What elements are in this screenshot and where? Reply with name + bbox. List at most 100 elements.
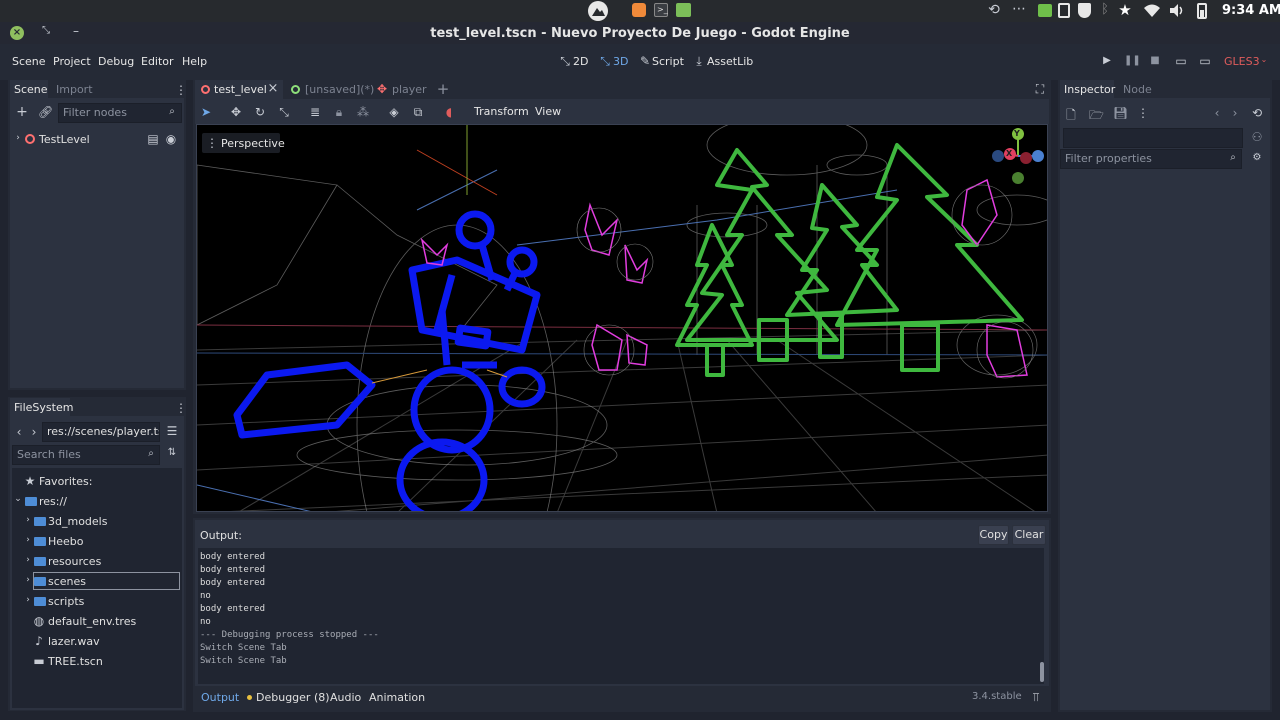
copy-button[interactable]: Copy [978,525,1009,545]
bluetooth-icon[interactable]: ᛒ [1098,2,1112,17]
more-icon[interactable]: ⋯ [1010,1,1028,17]
play-icon[interactable]: ▶ [1100,55,1114,66]
menu-debug[interactable]: Debug [98,55,134,68]
play-scene-icon[interactable]: ▭ [1174,54,1188,68]
clear-button[interactable]: Clear [1012,525,1046,545]
folder-resources[interactable]: resources [48,555,101,568]
mode-3d-button[interactable]: 3D [613,55,628,68]
folder-heebo[interactable]: Heebo [48,535,84,548]
folder-scenes[interactable]: scenes [48,575,86,588]
split-view-icon[interactable]: ☰ [165,424,179,438]
tab-unsaved[interactable]: [unsaved](*) [305,83,374,96]
filter-properties-input[interactable]: Filter properties [1060,149,1242,169]
snap-icon[interactable]: ⧉ [411,105,425,120]
back-icon[interactable]: ‹ [15,425,23,439]
menu-help[interactable]: Help [182,55,207,68]
open-folder-icon[interactable]: 🗁︎ [1089,106,1104,127]
bottom-tab-audio[interactable]: Audio [330,691,361,704]
chevron-right-icon[interactable]: › [24,595,32,605]
volume-icon[interactable] [1169,3,1185,18]
res-root-item[interactable]: res:// [39,495,67,508]
history-forward-icon[interactable]: › [1230,106,1240,120]
file-tree-tscn[interactable]: TREE.tscn [48,655,103,668]
dock-menu-icon[interactable]: ⋮ [175,83,187,97]
scene-root-node[interactable]: TestLevel [39,133,90,146]
folder-scripts[interactable]: scripts [48,595,84,608]
battery-app-icon[interactable] [1038,4,1052,17]
rotate-tool-icon[interactable]: ↻ [253,105,267,119]
app-launcher-icon[interactable] [588,1,608,21]
close-tab-icon[interactable]: × [267,81,279,96]
mode-2d-button[interactable]: 2D [573,55,588,68]
move-tool-icon[interactable]: ✥ [229,105,243,119]
list-select-icon[interactable]: ≣ [308,105,322,119]
object-history-icon[interactable]: ⟲ [1251,106,1263,120]
history-icon[interactable]: ⟲ [985,2,1003,18]
group-icon[interactable]: ⁂ [356,105,370,119]
chevron-right-icon[interactable]: › [24,575,32,585]
chevron-right-icon[interactable]: › [24,515,32,525]
tab-inspector[interactable]: Inspector [1060,80,1115,98]
clipboard-icon[interactable] [1058,3,1070,18]
select-tool-icon[interactable]: ➤ [199,105,213,119]
pause-icon[interactable]: ❚❚ [1124,55,1141,66]
lock-icon[interactable]: 🔒︎ [332,105,346,120]
file-default-env[interactable]: default_env.tres [48,615,136,628]
star-icon[interactable]: ★ [1117,1,1133,19]
scale-tool-icon[interactable]: ⤡ [277,105,291,120]
transform-menu[interactable]: Transform [474,105,529,118]
menu-editor[interactable]: Editor [141,55,174,68]
object-path-field[interactable] [1063,128,1243,148]
history-back-icon[interactable]: ‹ [1212,106,1222,120]
add-node-icon[interactable]: + [16,104,28,120]
mode-script-button[interactable]: Script [652,55,684,68]
sort-icon[interactable]: ⇅ [166,447,178,458]
folder-3d-models[interactable]: 3d_models [48,515,107,528]
script-attached-icon[interactable]: ▤ [147,132,159,146]
menu-scene[interactable]: Scene [12,55,46,68]
add-tab-icon[interactable]: + [436,80,450,98]
new-resource-icon[interactable]: 🗋︎ [1065,106,1077,127]
pin-panel-icon[interactable]: ⫪ [1030,690,1042,705]
files-icon[interactable] [676,3,691,17]
tab-node[interactable]: Node [1123,83,1152,96]
tab-scene[interactable]: Scene [10,80,48,98]
shield-icon[interactable] [1078,3,1091,18]
view-menu[interactable]: View [535,105,561,118]
local-space-icon[interactable]: ◈ [387,105,401,119]
kebab-menu-icon[interactable]: ⋮ [1137,106,1149,120]
stop-icon[interactable]: ■ [1148,55,1162,66]
mode-assetlib-button[interactable]: AssetLib [707,55,753,68]
inspector-settings-icon[interactable]: ⚙ [1251,152,1263,163]
terminal-icon[interactable]: >_ [654,3,668,17]
play-custom-scene-icon[interactable]: ▭ [1198,54,1212,68]
search-files-input[interactable]: Search files [12,445,160,465]
chevron-right-icon[interactable]: › [24,535,32,545]
visibility-eye-icon[interactable]: ◉ [165,132,177,146]
output-scrollbar[interactable] [1040,662,1044,682]
fullscreen-icon[interactable]: ⛶ [1033,82,1047,97]
filter-nodes-input[interactable]: Filter nodes [58,103,182,123]
firefox-icon[interactable] [632,3,646,17]
link-icon[interactable]: 🔗︎ [38,105,53,119]
menu-project[interactable]: Project [53,55,91,68]
renderer-select[interactable]: GLES3 [1224,55,1260,68]
bottom-tab-output[interactable]: Output [201,691,239,704]
save-icon[interactable]: 💾︎ [1113,106,1128,120]
tab-import[interactable]: Import [56,83,93,96]
dock-menu-icon[interactable]: ⋮ [175,401,187,415]
path-input[interactable]: res://scenes/player.tsc [42,422,160,442]
tab-player[interactable]: player [392,83,427,96]
bottom-tab-animation[interactable]: Animation [369,691,425,704]
file-lazer-wav[interactable]: lazer.wav [48,635,100,648]
chevron-down-icon[interactable]: ⌄ [14,494,22,504]
chevron-right-icon[interactable]: › [14,133,22,143]
tab-filesystem[interactable]: FileSystem [10,398,73,416]
wifi-icon[interactable] [1143,3,1161,18]
camera-preview-icon[interactable]: ◖ [442,105,456,119]
forward-icon[interactable]: › [30,425,38,439]
3d-viewport[interactable] [196,124,1048,512]
object-properties-icon[interactable]: ⚇ [1251,130,1263,144]
battery-icon[interactable] [1197,3,1207,19]
chevron-right-icon[interactable]: › [24,555,32,565]
